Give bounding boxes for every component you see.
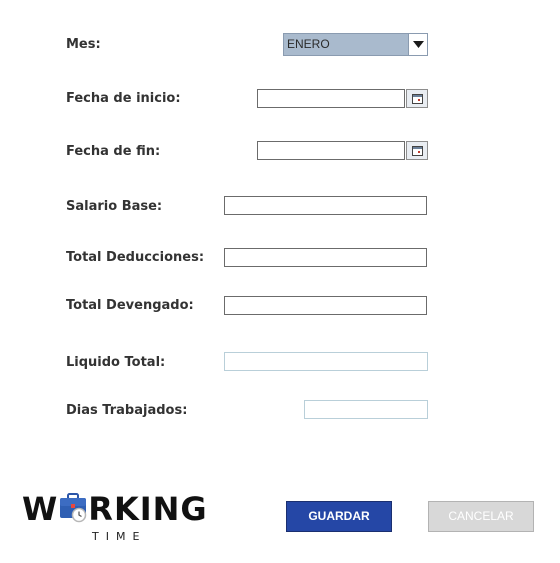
working-time-logo: W RKING TIME (22, 490, 217, 546)
total-deductions-input[interactable] (224, 248, 427, 267)
days-worked-field (304, 400, 428, 419)
base-salary-label: Salario Base: (66, 199, 163, 214)
start-date-input[interactable] (257, 89, 405, 108)
total-accrued-label: Total Devengado: (66, 298, 194, 313)
net-total-label: Liquido Total: (66, 355, 166, 370)
start-date-picker-button[interactable] (406, 89, 428, 108)
end-date-label: Fecha de fin: (66, 144, 161, 159)
total-accrued-input[interactable] (224, 296, 427, 315)
calendar-icon (412, 94, 423, 104)
month-select-value: ENERO (287, 37, 330, 51)
base-salary-input[interactable] (224, 196, 427, 215)
logo-subtitle: TIME (92, 530, 147, 543)
end-date-picker-button[interactable] (406, 141, 428, 160)
logo-wordmark: W RKING (22, 490, 208, 528)
logo-letter-w: W (22, 490, 59, 528)
calendar-icon (412, 146, 423, 156)
save-button[interactable]: GUARDAR (286, 501, 392, 532)
start-date-label: Fecha de inicio: (66, 91, 181, 106)
days-worked-label: Dias Trabajados: (66, 403, 188, 418)
cancel-button[interactable]: CANCELAR (428, 501, 534, 532)
net-total-field (224, 352, 428, 371)
logo-letters-rking: RKING (88, 490, 208, 528)
month-dropdown-button[interactable] (408, 34, 427, 55)
total-deductions-label: Total Deducciones: (66, 250, 205, 265)
end-date-input[interactable] (257, 141, 405, 160)
month-label: Mes: (66, 37, 101, 52)
chevron-down-icon (413, 41, 424, 48)
month-select[interactable]: ENERO (283, 33, 428, 56)
briefcase-clock-icon (59, 493, 87, 523)
